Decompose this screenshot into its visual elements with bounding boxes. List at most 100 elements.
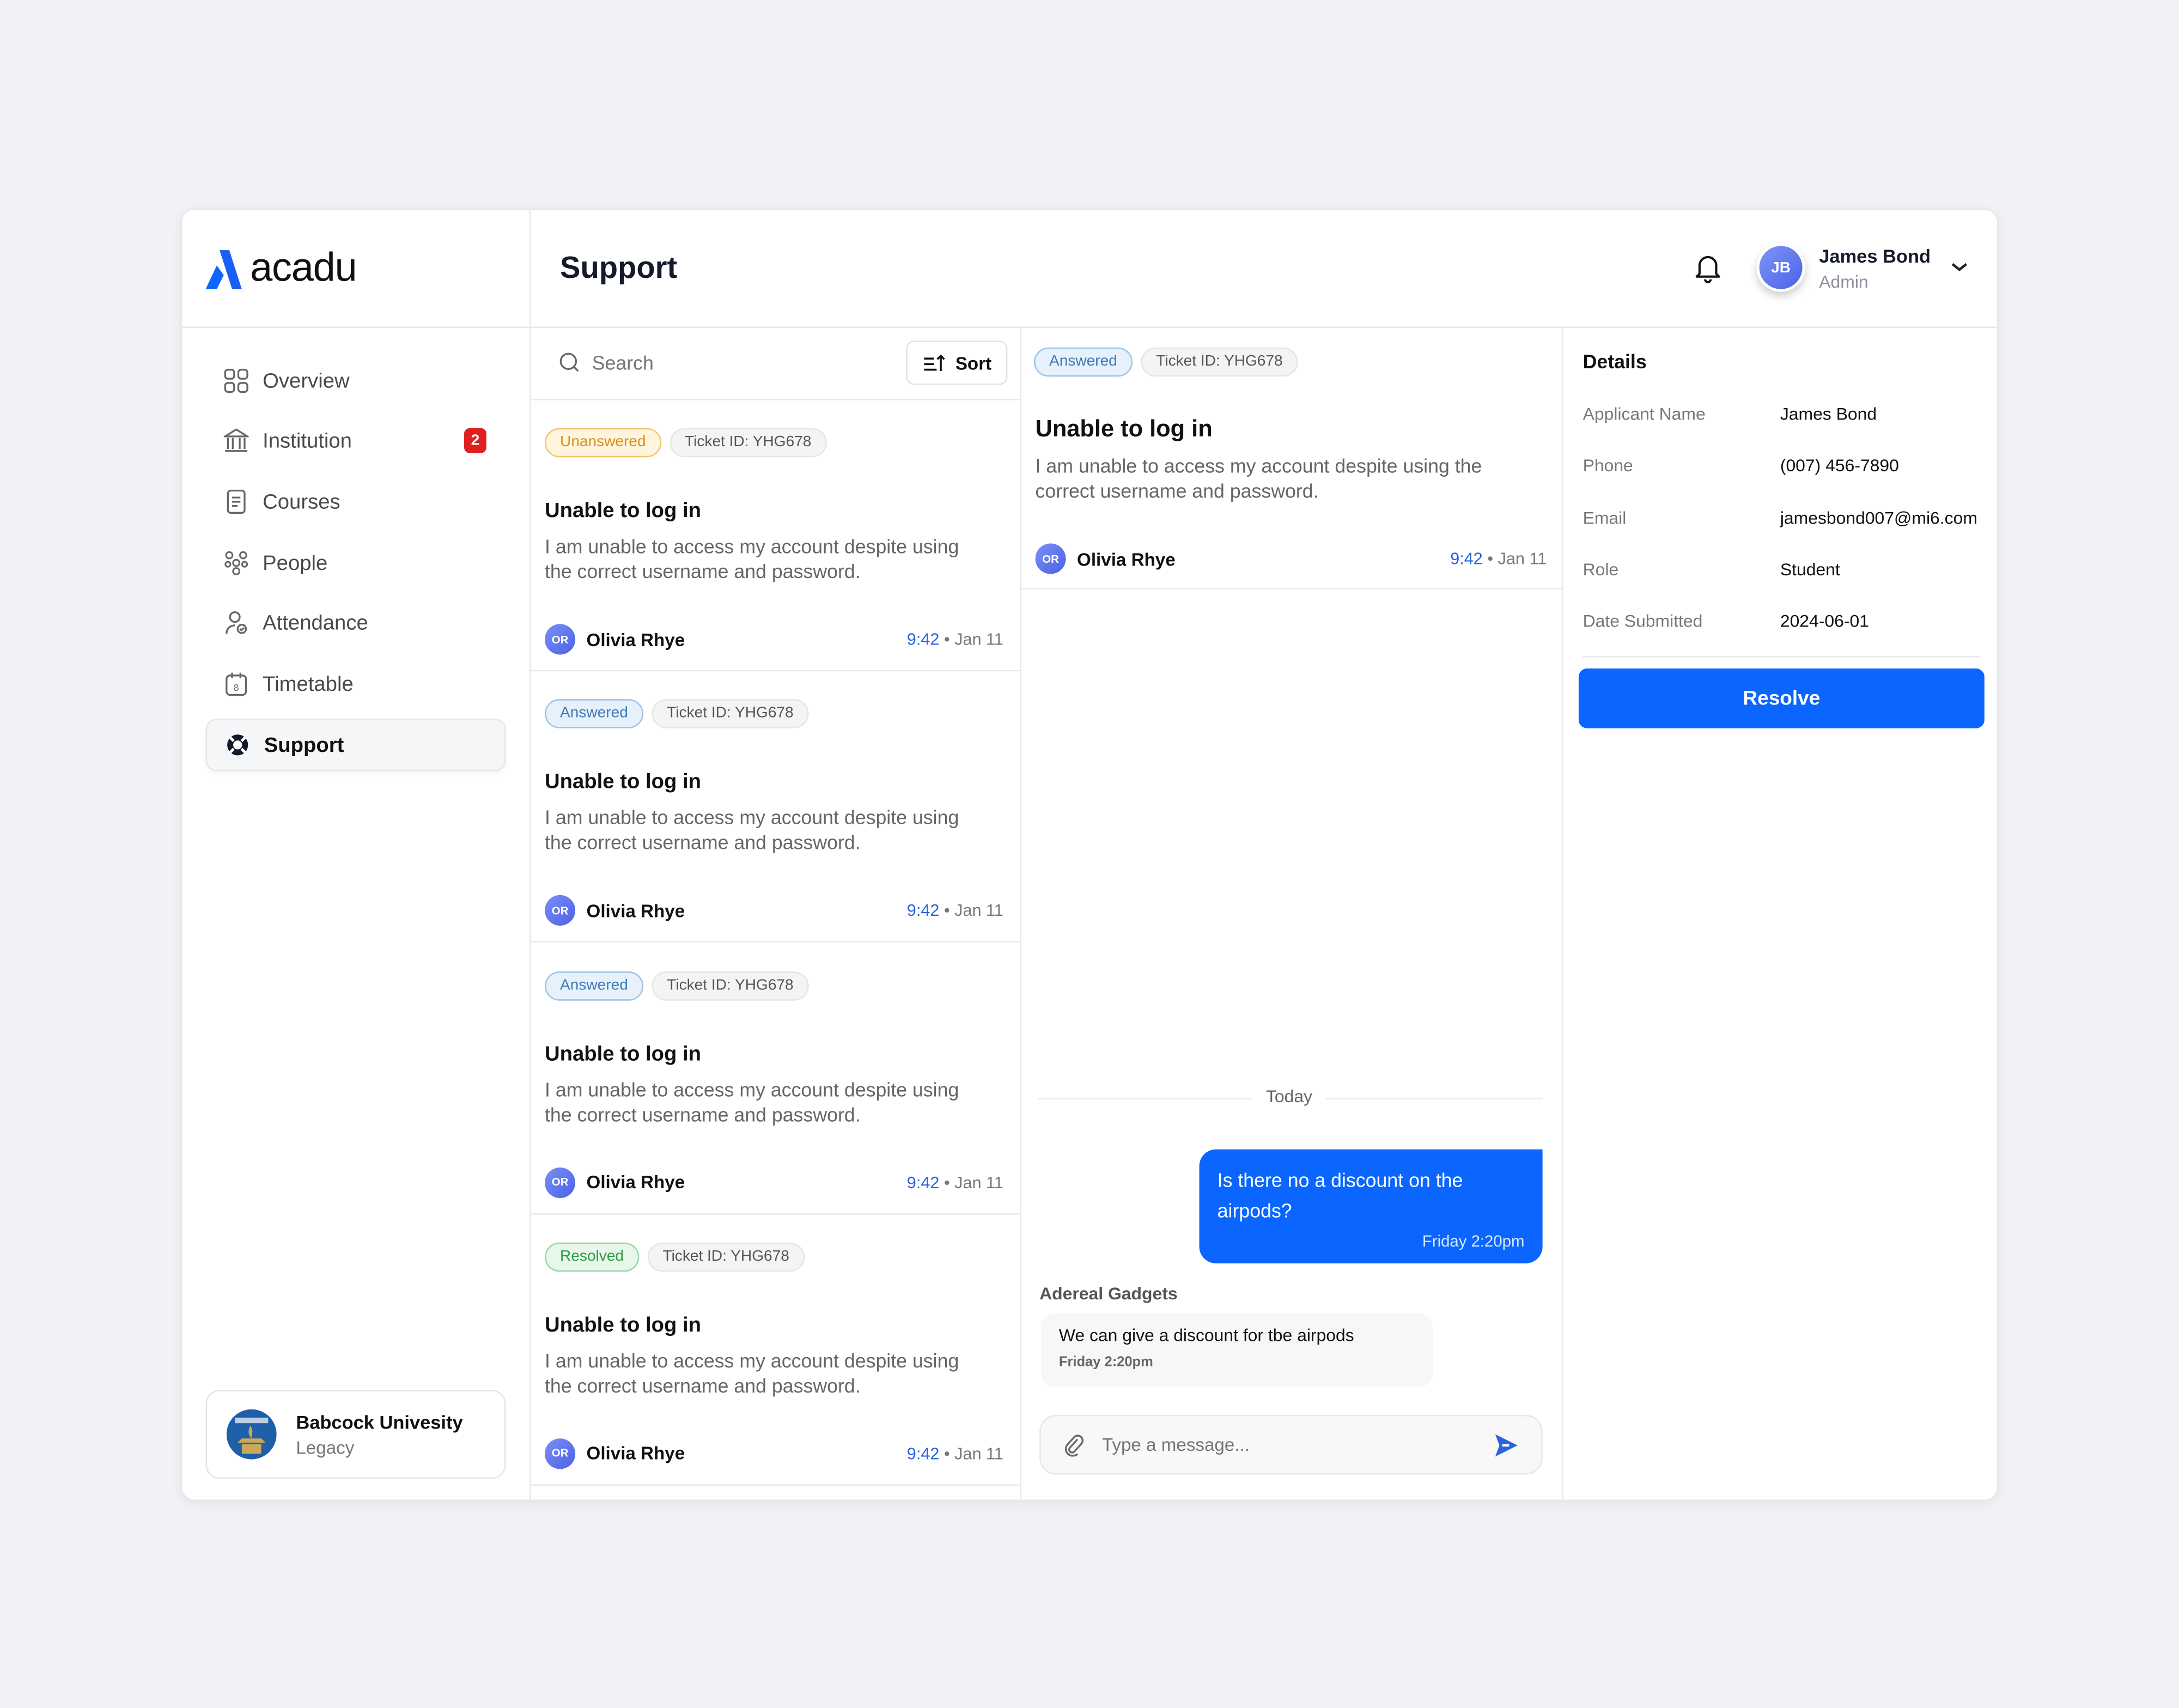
author-name: Olivia Rhye [586,1171,685,1193]
author-avatar: OR [544,624,576,655]
detail-label: Applicant Name [1582,404,1706,424]
author-avatar: OR [544,1438,576,1469]
time-value: 9:42 [1450,549,1483,569]
outgoing-message: Is there no a discount on the airpods? F… [1199,1149,1543,1263]
conversation-title: Unable to log in [1035,415,1213,442]
author-name: Olivia Rhye [586,1443,685,1464]
sidebar-item-label: Attendance [263,611,368,635]
ticket-time: 9:42 • Jan 11 [907,1172,1003,1192]
ticket-description: I am unable to access my account despite… [544,1349,959,1397]
lifebuoy-icon [227,734,248,756]
sidebar-item-timetable[interactable]: 8 Timetable [206,658,506,710]
author-name: Olivia Rhye [586,900,685,921]
status-badge: Answered [544,971,643,1000]
resolve-button[interactable]: Resolve [1578,668,1985,728]
message-text: Is there no a discount on the airpods? [1217,1169,1463,1222]
date-value: • Jan 11 [1487,549,1547,569]
sidebar-item-label: Overview [263,369,350,393]
message-sender: Adereal Gadgets [1039,1284,1178,1304]
author-name: Olivia Rhye [1077,548,1176,569]
detail-value: 2024-06-01 [1780,611,1869,631]
details-title: Details [1582,350,1647,373]
author-avatar: OR [544,1166,576,1198]
sidebar-item-label: People [263,551,328,575]
incoming-message: We can give a discount for tbe airpods F… [1040,1313,1433,1387]
time-value: 9:42 [906,1444,940,1463]
ticket-item[interactable]: Unanswered Ticket ID: YHG678 Unable to lo… [531,400,1020,672]
detail-label: Email [1582,508,1627,528]
message-input[interactable] [1101,1434,1494,1455]
sidebar-item-label: Timetable [263,672,354,696]
brand-name: acadu [250,246,357,291]
status-badge: Answered [1033,347,1133,377]
conversation-panel: Answered Ticket ID: YHG678 Unable to log … [1021,328,1562,1499]
send-icon[interactable] [1494,1432,1519,1457]
institution-switcher[interactable]: Babcock Univesity Legacy [205,1390,506,1479]
detail-label: Phone [1582,456,1633,476]
ticket-title: Unable to log in [544,499,701,523]
search-field[interactable] [559,351,870,374]
conversation-author: OR Olivia Rhye [1035,543,1176,574]
ticket-badges: Answered Ticket ID: YHG678 [544,971,817,1000]
details-divider-line [1582,656,1981,658]
institution-logo [226,1409,277,1460]
ticket-title: Unable to log in [544,1042,701,1066]
status-badge: Unanswered [544,428,661,458]
time-value: 9:42 [906,901,940,921]
notification-badge: 2 [464,428,486,453]
ticket-title: Unable to log in [544,1313,701,1337]
ticket-title: Unable to log in [544,770,701,794]
ticket-id-badge: Ticket ID: YHG678 [652,971,809,1000]
message-composer [1039,1414,1543,1475]
sidebar-item-support[interactable]: Support [205,718,506,771]
time-value: 9:42 [906,1172,940,1192]
ticket-id-badge: Ticket ID: YHG678 [652,699,809,729]
sort-button[interactable]: Sort [906,340,1008,385]
ticket-author: OR Olivia Rhye [544,624,685,655]
detail-value: Student [1780,560,1840,580]
institution-plan: Legacy [296,1436,355,1457]
sidebar-item-people[interactable]: People [206,537,506,589]
attendance-icon [226,611,247,634]
author-name: Olivia Rhye [586,629,685,650]
bell-icon[interactable] [1694,253,1722,283]
ticket-description: I am unable to access my account despite… [544,535,959,582]
ticket-item[interactable]: Resolved Ticket ID: YHG678 Unable to log … [531,1214,1020,1486]
ticket-id-badge: Ticket ID: YHG678 [647,1242,805,1272]
ticket-id-badge: Ticket ID: YHG678 [1141,347,1298,377]
ticket-item[interactable]: Answered Ticket ID: YHG678 Unable to log … [531,672,1020,943]
conversation-badges: Answered Ticket ID: YHG678 [1033,347,1306,377]
sidebar-item-overview[interactable]: Overview [206,355,506,408]
ticket-time: 9:42 • Jan 11 [907,1444,1003,1463]
date-value: • Jan 11 [944,629,1003,649]
search-input[interactable] [592,351,870,374]
status-badge: Resolved [544,1242,640,1272]
sidebar-item-courses[interactable]: Courses [206,475,506,528]
document-icon [227,489,246,514]
attachment-icon[interactable] [1063,1433,1086,1456]
ticket-badges: Answered Ticket ID: YHG678 [544,699,817,729]
sort-label: Sort [955,352,992,373]
date-value: • Jan 11 [944,901,1003,921]
detail-value: jamesbond007@mi6.com [1780,508,1977,528]
sidebar-item-label: Courses [263,490,340,514]
acadu-logo-icon [205,249,242,289]
user-role: Admin [1819,272,1868,292]
conversation-description: I am unable to access my account despite… [1035,454,1482,502]
ticket-item[interactable]: Answered Ticket ID: YHG678 Unable to log … [531,943,1020,1214]
conversation-time: 9:42 • Jan 11 [1450,549,1547,569]
message-text: We can give a discount for tbe airpods [1058,1326,1354,1346]
user-name: James Bond [1819,246,1931,267]
ticket-id-badge: Ticket ID: YHG678 [669,428,827,458]
detail-label: Date Submitted [1582,611,1703,631]
sidebar-item-attendance[interactable]: Attendance [206,596,506,649]
svg-text:8: 8 [234,682,239,693]
chevron-down-icon[interactable] [1950,260,1969,274]
message-time: Friday 2:20pm [1422,1234,1525,1251]
sidebar-item-institution[interactable]: Institution 2 [206,414,506,467]
time-value: 9:42 [906,629,940,649]
day-divider: Today [1252,1086,1326,1107]
user-avatar[interactable]: JB [1756,243,1805,292]
author-avatar: OR [544,895,576,926]
logo[interactable]: acadu [204,246,357,292]
